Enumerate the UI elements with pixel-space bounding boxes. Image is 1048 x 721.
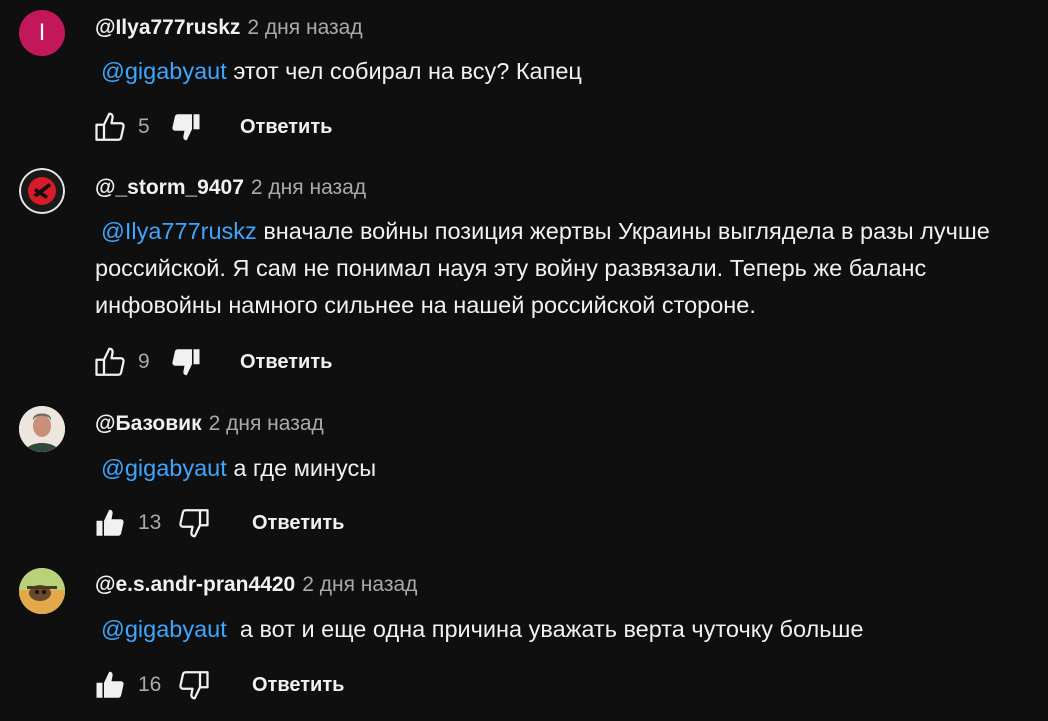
comment-text: @gigabyaut а вот и еще одна причина уваж… (95, 611, 1035, 648)
timestamp[interactable]: 2 дня назад (209, 412, 324, 435)
avatar-letter: I (38, 20, 46, 46)
timestamp[interactable]: 2 дня назад (251, 176, 366, 199)
comment-header: @Базовик 2 дня назад (95, 412, 324, 436)
comment-body: а вот и еще одна причина уважать верта ч… (233, 616, 864, 642)
author-name[interactable]: @_storm_9407 (95, 176, 244, 199)
comment-body: а где минусы (233, 455, 377, 481)
sloth-avatar-icon (19, 568, 65, 614)
comment-actions: 9 Ответить (90, 342, 332, 382)
reply-button[interactable]: Ответить (252, 512, 344, 535)
thumb-up-icon (92, 344, 128, 380)
thumb-down-icon (176, 667, 212, 703)
dislike-button[interactable] (166, 107, 206, 147)
author-name[interactable]: @Базовик (95, 412, 202, 435)
avatar[interactable] (19, 168, 65, 214)
thumb-down-icon (168, 344, 204, 380)
thumb-up-icon (92, 505, 128, 541)
avatar[interactable] (19, 568, 65, 614)
comment-actions: 5 Ответить (90, 107, 332, 147)
thumb-down-icon (168, 109, 204, 145)
comment-text: @Ilya777ruskz вначале войны позиция жерт… (95, 213, 1035, 324)
mention-link[interactable]: @gigabyaut (101, 58, 227, 84)
comment-actions: 16 Ответить (90, 665, 344, 705)
thumb-up-icon (92, 667, 128, 703)
reply-button[interactable]: Ответить (240, 351, 332, 374)
like-button[interactable] (90, 107, 130, 147)
author-name[interactable]: @Ilya777ruskz (95, 16, 240, 39)
user-portrait-icon (19, 406, 65, 452)
timestamp[interactable]: 2 дня назад (302, 573, 417, 596)
like-count: 5 (138, 115, 150, 138)
like-button[interactable] (90, 665, 130, 705)
comment-header: @_storm_9407 2 дня назад (95, 176, 366, 200)
dislike-button[interactable] (174, 503, 214, 543)
author-name[interactable]: @e.s.andr-pran4420 (95, 573, 295, 596)
antifa-logo-icon (19, 168, 65, 214)
mention-link[interactable]: @gigabyaut (101, 455, 227, 481)
avatar[interactable]: I (19, 10, 65, 56)
avatar[interactable] (19, 406, 65, 452)
mention-link[interactable]: @gigabyaut (101, 616, 227, 642)
comment-header: @Ilya777ruskz 2 дня назад (95, 16, 363, 40)
timestamp[interactable]: 2 дня назад (247, 16, 362, 39)
comment-header: @e.s.andr-pran4420 2 дня назад (95, 573, 417, 597)
comment-text: @gigabyaut этот чел собирал на всу? Капе… (95, 53, 1035, 90)
thumb-down-icon (176, 505, 212, 541)
dislike-button[interactable] (166, 342, 206, 382)
like-count: 16 (138, 673, 162, 696)
reply-button[interactable]: Ответить (240, 116, 332, 139)
thumb-up-icon (92, 109, 128, 145)
like-button[interactable] (90, 342, 130, 382)
like-count: 13 (138, 511, 162, 534)
comment-body: этот чел собирал на всу? Капец (233, 58, 582, 84)
like-count: 9 (138, 350, 150, 373)
like-button[interactable] (90, 503, 130, 543)
mention-link[interactable]: @Ilya777ruskz (101, 218, 257, 244)
reply-button[interactable]: Ответить (252, 674, 344, 697)
dislike-button[interactable] (174, 665, 214, 705)
comment-text: @gigabyaut а где минусы (95, 450, 1035, 487)
comment-actions: 13 Ответить (90, 503, 344, 543)
